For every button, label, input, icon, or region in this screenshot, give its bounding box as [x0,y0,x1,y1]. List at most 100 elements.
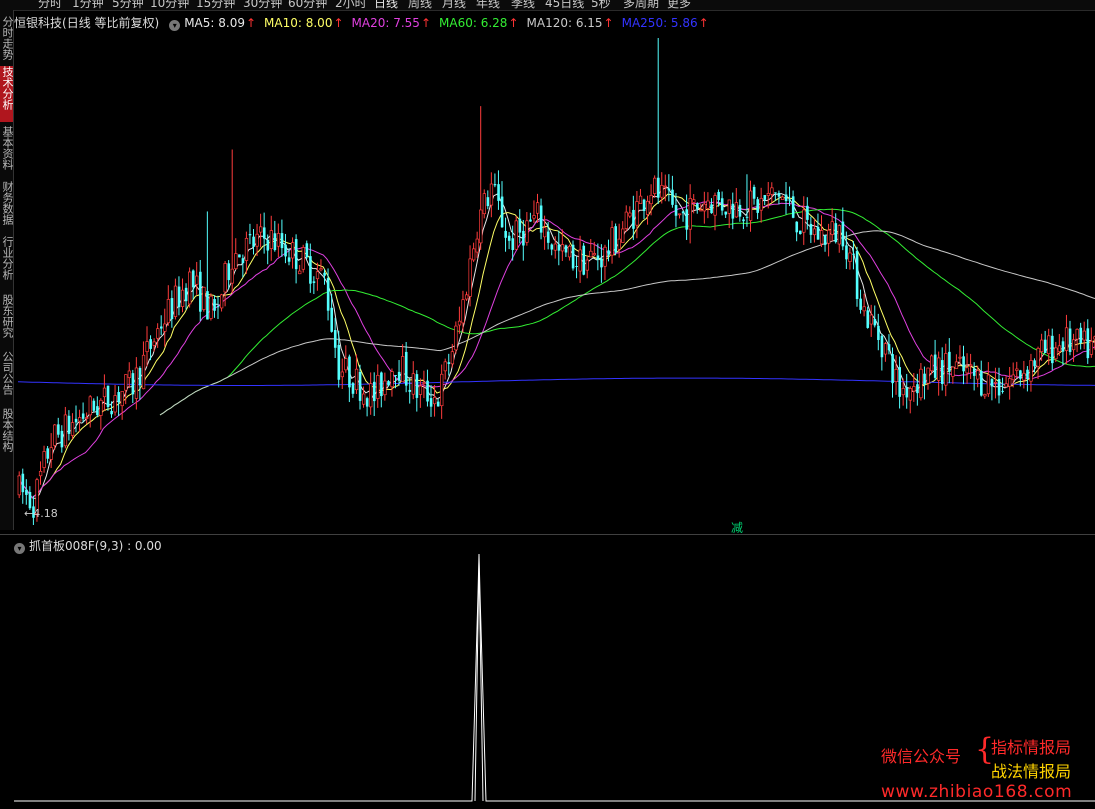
candle [933,339,937,381]
ma-legend: MA5: 8.09↑ MA10: 8.00↑ MA20: 7.55↑ MA60: 6.… [184,16,717,30]
candle [49,433,53,469]
side-tab-0[interactable]: 分时走势 [0,16,13,62]
candle [202,286,206,312]
candle [986,362,991,397]
up-arrow-icon: ↑ [508,16,519,30]
side-tab-5[interactable]: 股东研究 [0,294,13,347]
candle [351,381,355,398]
period-tab-1[interactable]: 1分钟 [72,0,104,9]
side-tab-1[interactable]: 技术分析 [0,66,13,122]
period-tab-14[interactable]: 5秒 [591,0,611,9]
candle [479,106,483,250]
candle [21,468,25,504]
candle [929,354,934,375]
side-tab-4[interactable]: 行业分析 [0,236,13,290]
candle [380,371,383,408]
candle [63,406,68,449]
candle [642,198,646,219]
up-arrow-icon: ↑ [698,16,709,30]
period-tab-2[interactable]: 5分钟 [112,0,144,9]
period-tab-3[interactable]: 10分钟 [150,0,189,9]
candle [809,216,813,243]
candle [780,195,785,200]
candle [791,190,795,219]
candle [645,195,650,225]
candle [46,445,49,464]
ma-line-250 [17,377,1095,386]
candle [145,326,149,367]
candle [812,218,817,243]
candle [433,385,437,417]
candle [990,378,994,401]
candle [962,345,965,385]
pane-divider[interactable] [0,534,1095,535]
candle [92,398,96,412]
candle [941,347,944,391]
candle [965,353,969,384]
candle [539,198,543,240]
candle [464,291,469,301]
ma-legend-item-1: MA10: 8.00↑ [264,16,343,30]
candle [880,333,884,371]
candle [1051,328,1054,370]
period-tab-10[interactable]: 月线 [442,0,466,9]
period-tab-15[interactable]: 多周期 [623,0,659,9]
period-tab-0[interactable]: 分时 [38,0,62,9]
candle [301,244,305,273]
candle [1086,319,1090,364]
candle [1001,377,1004,394]
candle [1068,320,1072,356]
period-tab-5[interactable]: 30分钟 [243,0,282,9]
period-tab-12[interactable]: 季线 [511,0,535,9]
candle [429,385,433,417]
candle [628,206,632,219]
candle [770,182,774,203]
side-tab-3[interactable]: 财务数据 [0,181,13,232]
watermark-brand-top: 指标情报局 [991,738,1072,757]
candle [954,354,959,369]
period-tab-13[interactable]: 45日线 [545,0,584,9]
period-tab-8[interactable]: 日线 [374,0,398,9]
period-tab-9[interactable]: 周线 [408,0,432,9]
ma-legend-label-5: MA250: 5.86 [621,16,698,30]
candle [1015,361,1019,379]
candle [912,372,916,402]
candle [748,180,753,232]
candle [677,213,682,219]
candle [241,254,245,278]
candle [497,170,500,210]
candle [1064,314,1069,365]
side-tab-7[interactable]: 股本结构 [0,408,13,462]
period-tab-4[interactable]: 15分钟 [196,0,235,9]
candle [600,244,603,283]
period-tab-16[interactable]: 更多 [667,0,691,9]
candle [557,230,561,266]
candle [206,211,209,320]
candle [671,175,674,208]
candle [291,237,295,269]
candle [106,385,110,411]
period-tab-7[interactable]: 2小时 [335,0,367,9]
candle [855,246,859,307]
candle [795,221,799,242]
watermark-brand-bottom: 战法情报局 [991,762,1072,781]
candle [919,363,923,401]
side-tab-6[interactable]: 公司公告 [0,351,13,404]
candle [500,181,504,228]
candle [57,417,60,438]
ma-line-3 [159,208,1095,416]
side-tab-2[interactable]: 基本资料 [0,126,13,177]
candle [234,238,238,270]
candle [191,269,195,300]
ma-legend-item-4: MA120: 6.15↑ [527,16,614,30]
candle [578,235,582,283]
period-tab-11[interactable]: 年线 [476,0,500,9]
candle [980,360,983,397]
candlestick-chart[interactable] [14,30,1095,530]
candle [883,341,888,362]
period-tab-6[interactable]: 60分钟 [288,0,327,9]
candle [983,393,987,399]
candle [752,184,756,205]
side-tab-bar: 分时走势技术分析基本资料财务数据行业分析股东研究公司公告股本结构 [0,10,14,530]
candle [184,283,188,310]
